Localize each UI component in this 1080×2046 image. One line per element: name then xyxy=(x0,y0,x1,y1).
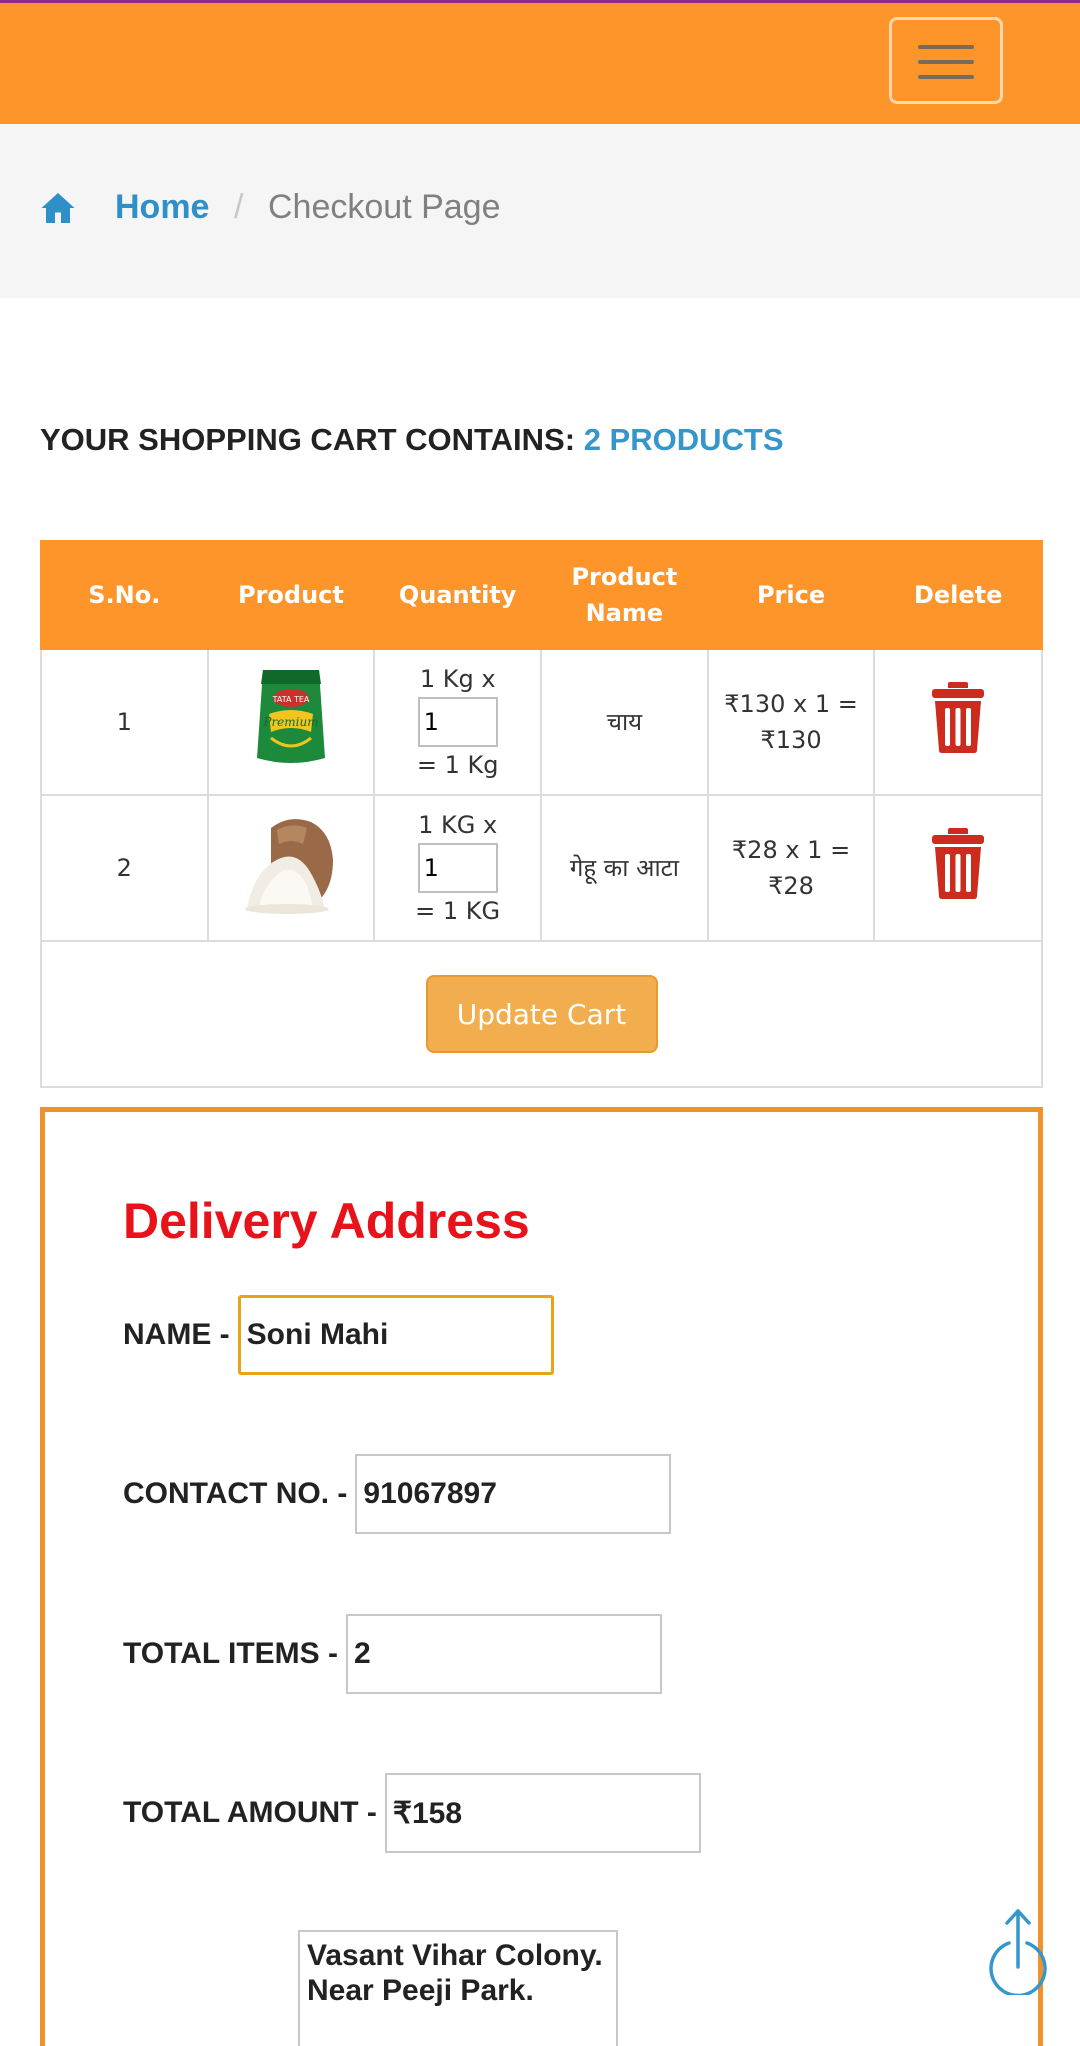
table-row: 1 TATA TEA Premium 1 Kg x = 1 Kg चाय xyxy=(40,648,1043,796)
row-sno: 1 xyxy=(40,648,209,796)
contact-field[interactable] xyxy=(355,1454,672,1534)
quantity-cell: 1 Kg x = 1 Kg xyxy=(373,648,543,796)
delete-cell xyxy=(873,648,1043,796)
quantity-unit: 1 Kg x xyxy=(419,665,496,693)
price-total: ₹130 xyxy=(760,726,822,754)
name-label: NAME - xyxy=(123,1318,230,1351)
total-amount-label: TOTAL AMOUNT - xyxy=(123,1796,377,1829)
product-name: गेहू का आटा xyxy=(540,794,709,942)
svg-text:TATA TEA: TATA TEA xyxy=(272,695,310,704)
cart-table: S.No. Product Quantity Product Name Pric… xyxy=(40,540,1043,1088)
flour-sack-image xyxy=(244,819,333,914)
top-navbar xyxy=(0,0,1080,124)
price-cell: ₹28 x 1 = ₹28 xyxy=(706,794,876,942)
delivery-address-panel: Delivery Address NAME - CONTACT NO. - TO… xyxy=(40,1107,1043,2046)
quantity-input[interactable] xyxy=(417,697,498,747)
product-name: चाय xyxy=(540,648,709,796)
cart-header-row: S.No. Product Quantity Product Name Pric… xyxy=(40,540,1043,650)
price-calc: ₹28 x 1 = ₹28 xyxy=(731,836,851,900)
name-field[interactable] xyxy=(237,1295,554,1375)
table-row: 2 1 KG x = 1 KG गेहू का आटा ₹28 x 1 = ₹2… xyxy=(40,794,1043,942)
quantity-unit: 1 KG x xyxy=(418,811,498,839)
quantity-total: = 1 Kg xyxy=(416,751,499,779)
column-header-quantity: Quantity xyxy=(373,540,543,650)
quantity-total: = 1 KG xyxy=(415,897,501,925)
column-header-price: Price xyxy=(706,540,876,650)
cart-heading: YOUR SHOPPING CART CONTAINS: 2 PRODUCTS xyxy=(40,422,784,458)
product-image-cell xyxy=(206,794,376,942)
total-items-row: TOTAL ITEMS - xyxy=(123,1614,662,1694)
breadcrumb: Home / Checkout Page xyxy=(0,124,1080,298)
product-image-cell: TATA TEA Premium xyxy=(206,648,376,796)
quantity-cell: 1 KG x = 1 KG xyxy=(373,794,543,942)
total-items-field[interactable] xyxy=(346,1614,662,1694)
tea-pack-image: TATA TEA Premium xyxy=(256,670,325,763)
delivery-title: Delivery Address xyxy=(123,1193,530,1249)
total-items-label: TOTAL ITEMS - xyxy=(123,1637,338,1670)
delete-cell xyxy=(873,794,1043,942)
breadcrumb-separator: / xyxy=(234,188,244,226)
svg-text:Premium: Premium xyxy=(262,715,318,729)
address-textarea[interactable]: Vasant Vihar Colony. Near Peeji Park. xyxy=(298,1930,618,2046)
hamburger-icon xyxy=(918,45,974,49)
breadcrumb-current: Checkout Page xyxy=(268,188,501,226)
column-header-product-name: Product Name xyxy=(540,540,709,650)
column-header-sno: S.No. xyxy=(40,540,209,650)
update-row: Update Cart xyxy=(40,940,1043,1088)
price-cell: ₹130 x 1 = ₹130 xyxy=(706,648,876,796)
quantity-input[interactable] xyxy=(417,843,498,893)
trash-icon[interactable] xyxy=(930,680,986,754)
trash-icon[interactable] xyxy=(930,826,986,900)
contact-row: CONTACT NO. - xyxy=(123,1454,672,1534)
column-header-product: Product xyxy=(206,540,376,650)
contact-label: CONTACT NO. - xyxy=(123,1477,348,1510)
cart-product-count: 2 PRODUCTS xyxy=(583,422,784,457)
scroll-to-top-icon[interactable] xyxy=(985,1905,1051,1995)
row-sno: 2 xyxy=(40,794,209,942)
total-amount-row: TOTAL AMOUNT - xyxy=(123,1773,701,1853)
price-calc: ₹130 x 1 = xyxy=(724,690,858,718)
total-amount-field[interactable] xyxy=(384,1773,701,1853)
update-cart-button[interactable]: Update Cart xyxy=(425,975,658,1053)
name-row: NAME - xyxy=(123,1295,554,1375)
column-header-delete: Delete xyxy=(873,540,1043,650)
breadcrumb-home-link[interactable]: Home xyxy=(115,188,209,227)
cart-heading-prefix: YOUR SHOPPING CART CONTAINS: xyxy=(40,422,576,457)
menu-toggle-button[interactable] xyxy=(889,17,1003,104)
home-icon[interactable] xyxy=(40,190,76,226)
